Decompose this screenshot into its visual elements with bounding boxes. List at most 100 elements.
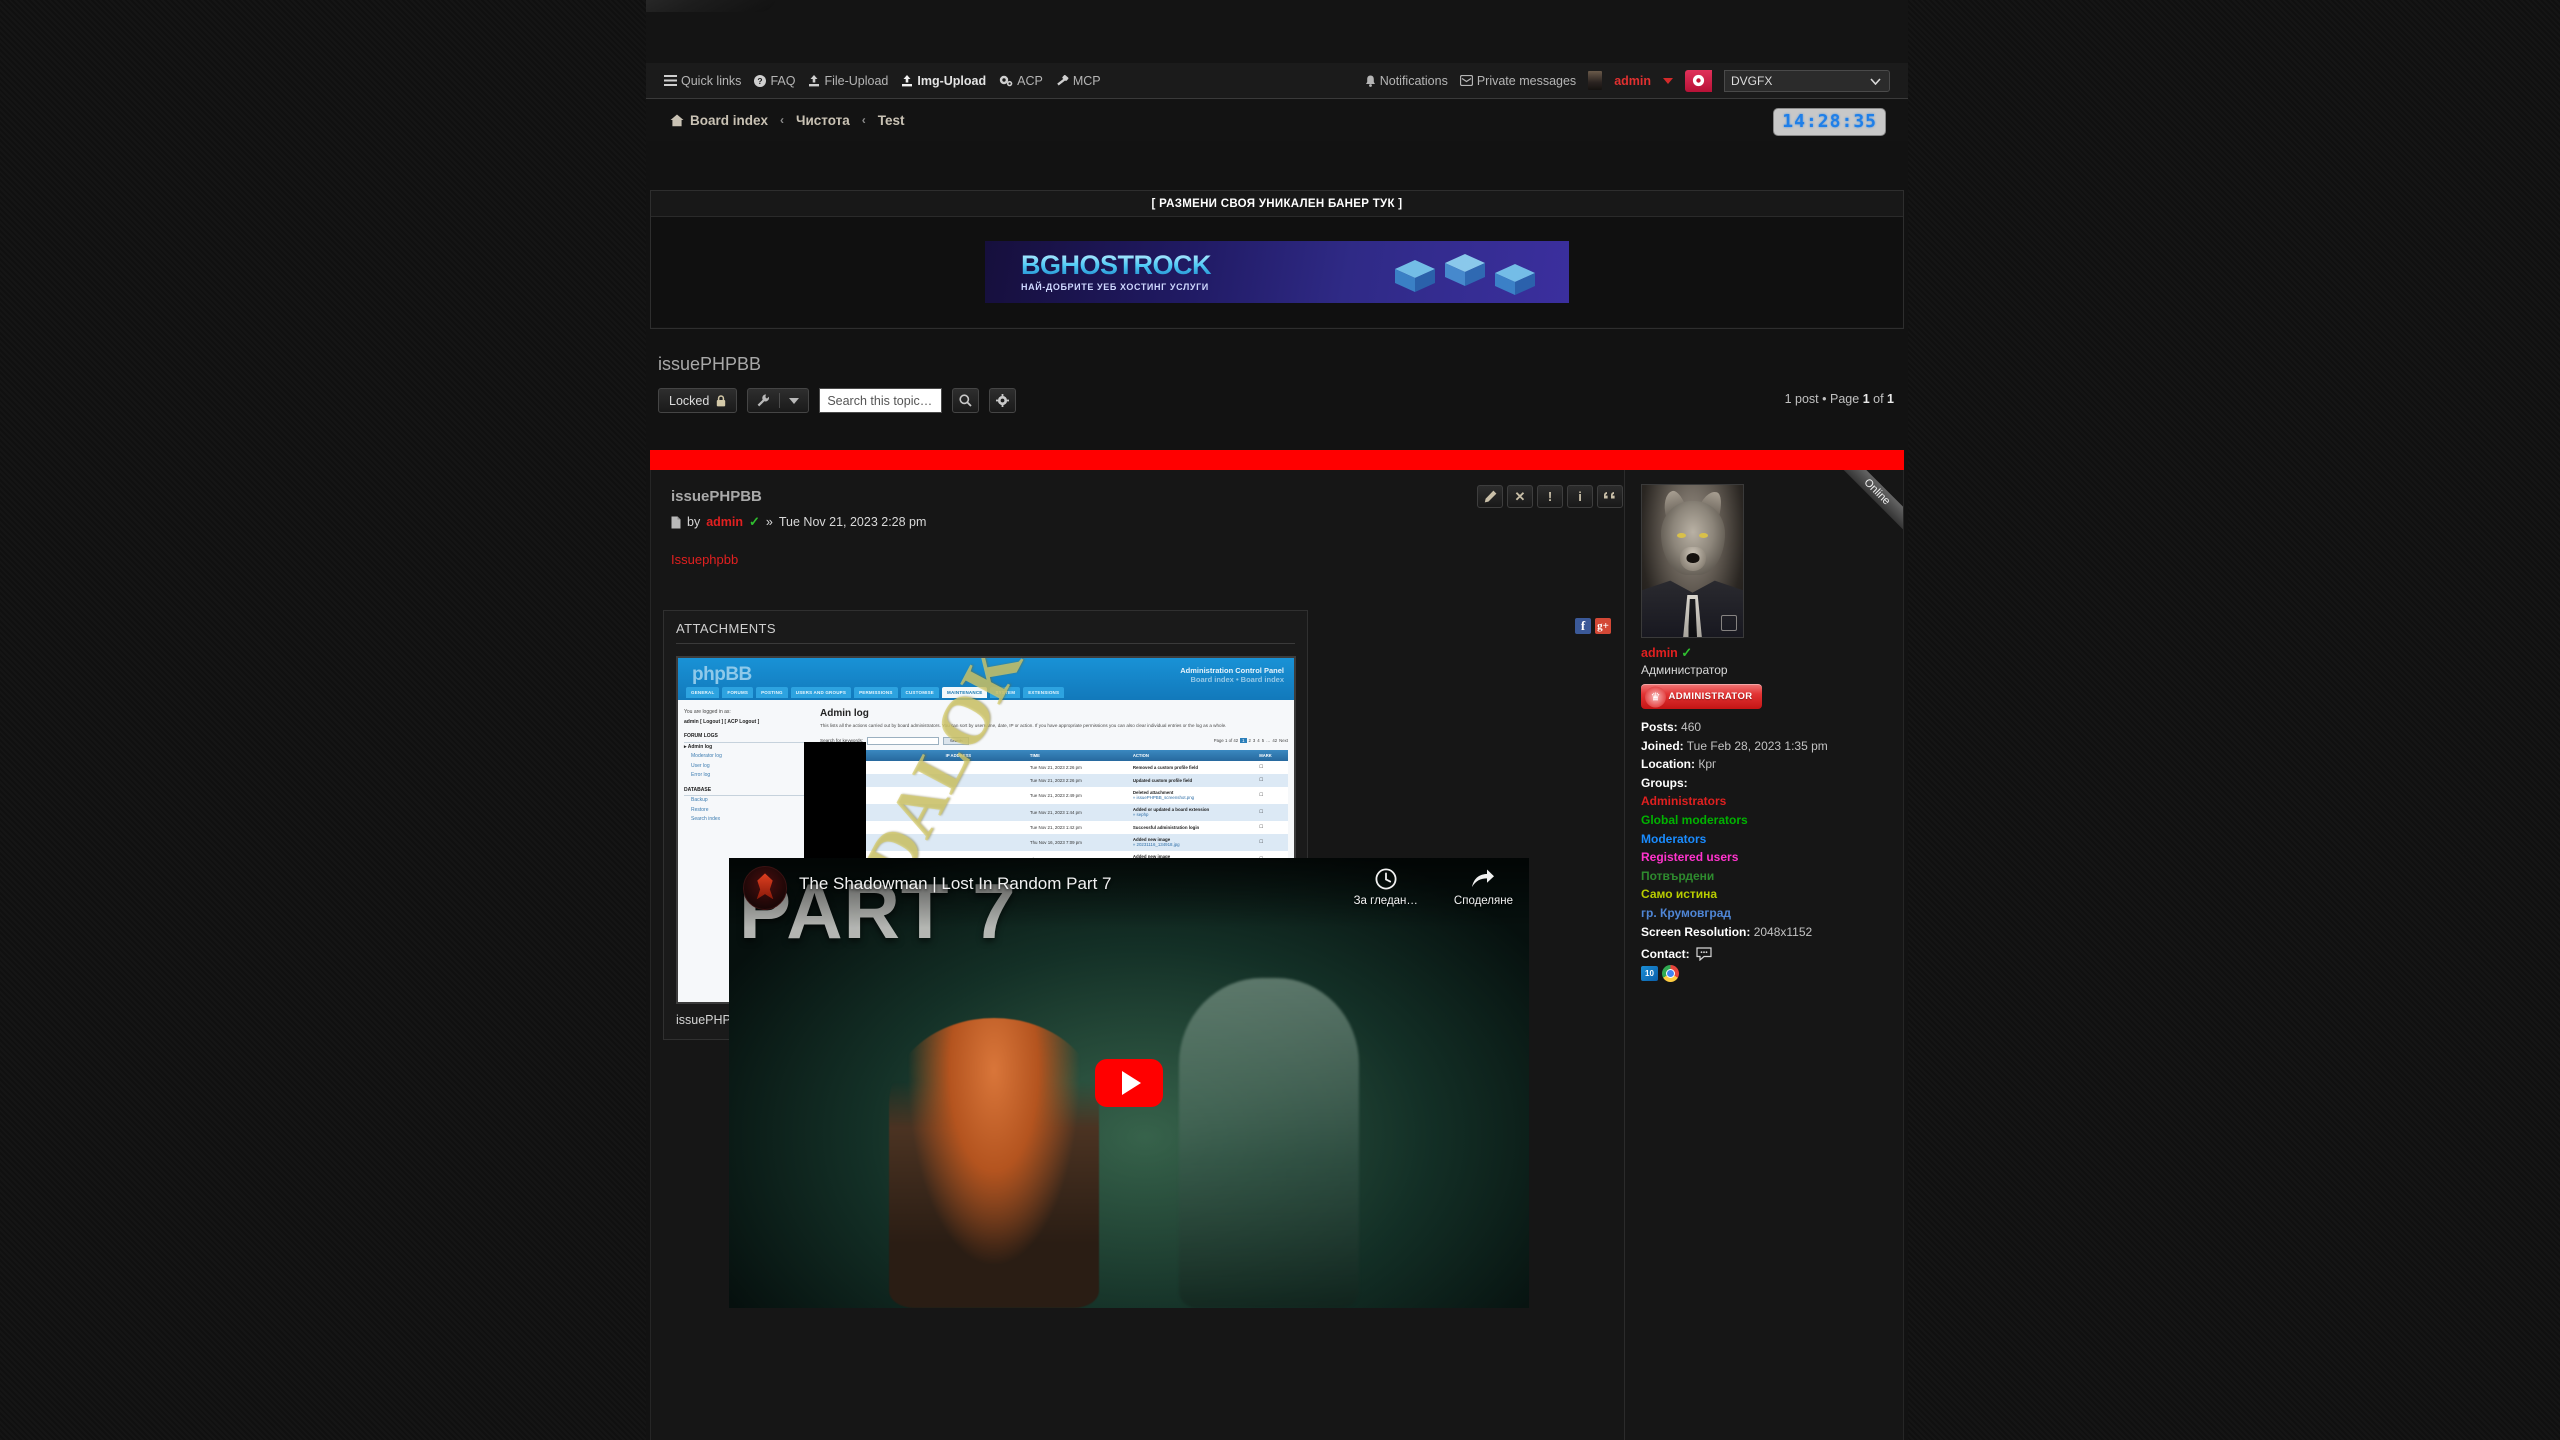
nav-faq[interactable]: ? FAQ [754, 74, 795, 88]
youtube-share-label: Споделяне [1453, 895, 1513, 907]
nav-quick-links-label: Quick links [681, 73, 742, 88]
style-select-value: DVGFX [1731, 73, 1773, 88]
delete-post-button[interactable]: ✕ [1507, 485, 1533, 508]
acp-page-title: Admin log [820, 708, 869, 719]
nav-notifications[interactable]: Notifications [1365, 74, 1448, 88]
windows-icon[interactable]: 10 [1641, 966, 1658, 982]
nav-acp[interactable]: ACP [999, 74, 1043, 88]
nav-img-upload[interactable]: Img-Upload [901, 74, 986, 88]
acp-page-1[interactable]: 1 [1240, 738, 1247, 744]
user-menu-chevron-down-icon[interactable] [1663, 77, 1673, 84]
youtube-play-button[interactable] [1095, 1059, 1163, 1107]
profile-group-global-moderators[interactable]: Global moderators [1641, 811, 1893, 830]
share-arrow-icon [1471, 868, 1495, 890]
nav-user-avatar[interactable] [1588, 71, 1603, 90]
acp-tab-permissions[interactable]: PERMISSIONS [854, 687, 898, 698]
nav-quick-links[interactable]: Quick links [664, 74, 741, 88]
acp-tab-maintenance[interactable]: MAINTENANCE [942, 687, 988, 698]
youtube-share-button[interactable]: Споделяне [1454, 868, 1513, 907]
acp-page-4[interactable]: 4 [1257, 738, 1259, 743]
search-options-button[interactable] [989, 388, 1017, 413]
acp-col-ip[interactable]: IP ADDRESS [941, 749, 1026, 761]
youtube-embed[interactable]: PART 7 The Shadowman | Lost In Random Pa… [729, 858, 1529, 1308]
banner-cubes-icon [1375, 247, 1555, 303]
avatar-nose [1686, 553, 1699, 563]
acp-side-item-admin-log[interactable]: ▸ Admin log [684, 743, 812, 753]
image-upload-icon [901, 74, 913, 87]
table-row: admin ✓Thu Nov 16, 2023 7:09 pmAdded new… [820, 833, 1288, 851]
acp-search-button[interactable]: Search [943, 736, 970, 745]
current-page: 1 [1862, 392, 1870, 406]
chevron-down-icon [1870, 74, 1881, 88]
nav-file-upload[interactable]: File-Upload [808, 74, 888, 88]
breadcrumb-item-forum[interactable]: Чистота [796, 113, 850, 128]
acp-tab-general[interactable]: GENERAL [686, 687, 720, 698]
profile-group-moderators[interactable]: Moderators [1641, 830, 1893, 849]
profile-posts-row: Posts: 460 [1641, 718, 1893, 737]
search-submit-button[interactable] [952, 388, 980, 413]
acp-side-item-user-log[interactable]: User log [684, 762, 812, 772]
report-post-button[interactable]: ! [1537, 485, 1563, 508]
acp-side-item-search-index[interactable]: Search index [684, 815, 812, 825]
edit-post-button[interactable] [1477, 485, 1503, 508]
acp-side-item-backup[interactable]: Backup [684, 796, 812, 806]
profile-group-potvardeni[interactable]: Потвърдени [1641, 867, 1893, 886]
status-badge: ♛ ADMINISTRATOR [1641, 684, 1762, 709]
acp-tab-extensions[interactable]: EXTENSIONS [1023, 687, 1065, 698]
pagination-info: 1 post • Page 1 of 1 [1785, 392, 1894, 406]
acp-side-item-error-log[interactable]: Error log [684, 771, 812, 781]
acp-tab-forums[interactable]: FORUMS [722, 687, 754, 698]
acp-page-42[interactable]: 42 [1272, 738, 1277, 743]
nav-mcp[interactable]: MCP [1056, 74, 1101, 88]
facebook-share-icon[interactable]: f [1575, 618, 1591, 634]
post-author[interactable]: admin [706, 515, 743, 529]
profile-group-administrators[interactable]: Administrators [1641, 792, 1893, 811]
topic-tools-button[interactable] [747, 388, 810, 413]
acp-page-3[interactable]: 3 [1253, 738, 1255, 743]
banner-ad[interactable]: BGHOSTROCK НАЙ-ДОБРИТЕ УЕБ ХОСТИНГ УСЛУГ… [985, 241, 1569, 303]
chrome-icon[interactable] [1662, 965, 1679, 983]
acp-page-2[interactable]: 2 [1249, 738, 1251, 743]
locked-button[interactable]: Locked [658, 388, 738, 413]
acp-tab-posting[interactable]: POSTING [756, 687, 788, 698]
acp-tab-users-and-groups[interactable]: USERS AND GROUPS [790, 687, 852, 698]
style-settings-button[interactable] [1685, 69, 1712, 92]
youtube-video-title[interactable]: The Shadowman | Lost In Random Part 7 [799, 874, 1111, 894]
quote-post-button[interactable] [1597, 485, 1623, 508]
breadcrumb-item-topic[interactable]: Test [878, 113, 905, 128]
acp-tab-system[interactable]: SYSTEM [990, 687, 1021, 698]
profile-group-registered-users[interactable]: Registered users [1641, 848, 1893, 867]
profile-location-label: Location: [1641, 757, 1695, 772]
youtube-watch-later-button[interactable]: За гледан… [1354, 868, 1418, 907]
speech-bubble-icon[interactable] [1696, 947, 1712, 962]
youtube-character-shadowman [1179, 978, 1359, 1308]
post-subject[interactable]: issuePHPBB [671, 488, 1606, 505]
search-input[interactable]: Search this topic… [819, 388, 943, 413]
breadcrumb-item-board-index[interactable]: Board index [690, 113, 768, 128]
style-select[interactable]: DVGFX [1724, 69, 1890, 92]
acp-header-title: Administration Control Panel Board index… [1180, 666, 1284, 684]
googleplus-share-icon[interactable]: g+ [1595, 618, 1611, 634]
acp-col-time[interactable]: TIME [1025, 749, 1129, 761]
post-info-button[interactable]: i [1567, 485, 1593, 508]
profile-username[interactable]: admin ✓ [1641, 645, 1893, 661]
acp-side-item-restore[interactable]: Restore [684, 806, 812, 816]
post-meta: by admin ✓ » Tue Nov 21, 2023 2:28 pm [671, 514, 1606, 530]
nav-private-messages[interactable]: Private messages [1459, 74, 1576, 88]
acp-tab-customise[interactable]: CUSTOMISE [900, 687, 940, 698]
nav-username[interactable]: admin [1614, 74, 1651, 88]
youtube-channel-avatar[interactable] [743, 866, 787, 910]
acp-search-input[interactable] [867, 736, 940, 745]
nav-right-group: Notifications Private messages admin DVG… [1365, 69, 1890, 92]
acp-side-item-moderator-log[interactable]: Moderator log [684, 752, 812, 762]
acp-page-next[interactable]: Next [1279, 738, 1288, 743]
online-ribbon-label: Online [1841, 470, 1903, 531]
pager-of: of [1873, 392, 1884, 406]
acp-page-5[interactable]: 5 [1262, 738, 1264, 743]
acp-col-action[interactable]: ACTION [1128, 749, 1256, 761]
profile-location-value: Крг [1698, 757, 1717, 772]
acp-header-sub: Board index • Board index [1190, 675, 1284, 684]
profile-group-samo-istina[interactable]: Само истина [1641, 885, 1893, 904]
profile-group-krumovgrad[interactable]: гр. Крумовград [1641, 904, 1893, 923]
avatar[interactable] [1641, 484, 1744, 638]
